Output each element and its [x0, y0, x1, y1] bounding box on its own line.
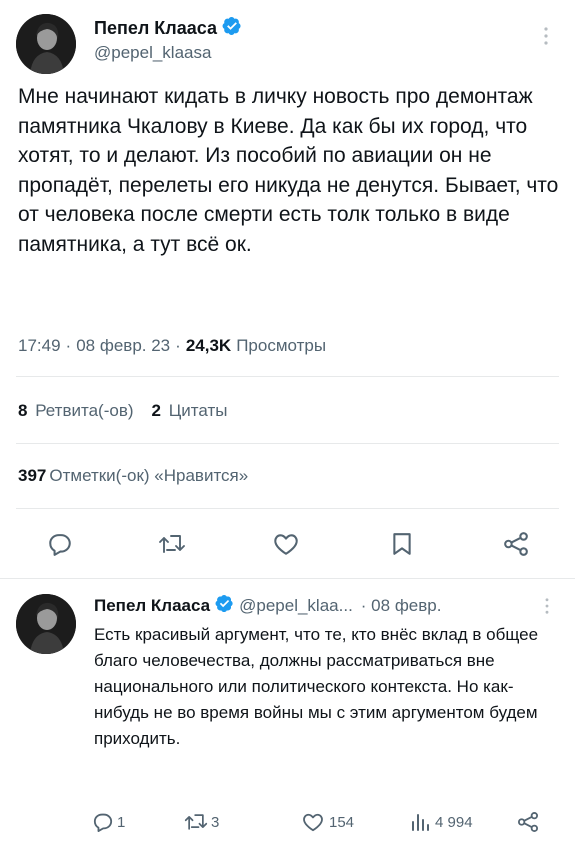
reply-count: 1 — [117, 813, 126, 831]
retweet-quote-stats: 8 Ретвита(-ов) 2 Цитаты — [18, 401, 228, 421]
quotes-stat[interactable]: 2 Цитаты — [152, 401, 228, 421]
author-avatar[interactable] — [16, 14, 76, 74]
more-vertical-icon[interactable] — [538, 596, 556, 616]
heart-icon — [302, 812, 324, 832]
bookmark-icon[interactable] — [386, 528, 418, 560]
tweet-time[interactable]: 17:49 — [18, 336, 61, 356]
quotes-count: 2 — [151, 401, 161, 420]
divider — [16, 376, 559, 377]
retweets-count: 8 — [18, 401, 28, 420]
tweet-date[interactable]: 08 февр. 23 — [76, 336, 170, 356]
views-icon — [410, 812, 430, 832]
reply-text: Есть красивый аргумент, что те, кто внёс… — [94, 625, 539, 748]
reply-action-retweet[interactable]: 3 — [184, 812, 219, 832]
avatar-portrait — [16, 594, 76, 654]
divider — [0, 578, 575, 579]
tweet-meta: 17:49 · 08 февр. 23 · 24,3K Просмотры — [18, 336, 326, 356]
retweets-stat[interactable]: 8 Ретвита(-ов) — [18, 401, 134, 421]
verified-badge-icon — [222, 16, 242, 41]
divider — [16, 508, 559, 509]
reply-action-reply[interactable]: 1 — [92, 812, 125, 832]
likes-count: 397 — [18, 466, 47, 485]
views-count: 4 994 — [435, 813, 473, 831]
heart-icon[interactable] — [270, 528, 302, 560]
author-name[interactable]: Пепел Клааса — [94, 18, 217, 39]
meta-separator: · — [65, 336, 72, 355]
meta-separator: · — [175, 336, 181, 355]
reply-date[interactable]: · 08 февр. — [361, 596, 442, 616]
quotes-label: Цитаты — [168, 401, 228, 420]
verified-badge-icon — [215, 594, 234, 618]
reply-action-like[interactable]: 154 — [302, 812, 354, 832]
share-icon[interactable] — [514, 810, 542, 834]
reply-action-views[interactable]: 4 994 — [410, 812, 473, 832]
likes-label: Отметки(-ок) «Нравится» — [49, 466, 249, 485]
views-label: Просмотры — [236, 336, 327, 355]
like-count: 154 — [329, 813, 355, 831]
retweet-count: 3 — [211, 813, 220, 831]
likes-stat[interactable]: 397 Отметки(-ок) «Нравится» — [18, 466, 248, 486]
reply-author-name[interactable]: Пепел Клааса — [94, 596, 210, 616]
views-count: 24,3K — [185, 336, 232, 355]
author-handle[interactable]: @pepel_klaasa — [94, 43, 211, 63]
retweets-label: Ретвита(-ов) — [35, 401, 134, 420]
tweet-text: Мне начинают кидать в личку новость про … — [18, 85, 559, 256]
reply-author-handle[interactable]: @pepel_klaa... — [239, 596, 353, 616]
reply-icon — [92, 812, 114, 832]
divider — [16, 443, 559, 444]
reply-header: Пепел Клааса @pepel_klaa... · 08 февр. — [94, 594, 441, 618]
retweet-icon[interactable] — [154, 528, 190, 560]
reply-icon[interactable] — [44, 528, 76, 560]
reply-author-avatar[interactable] — [16, 594, 76, 654]
share-icon[interactable] — [500, 528, 532, 560]
avatar-portrait — [16, 14, 76, 74]
more-vertical-icon[interactable] — [536, 26, 556, 46]
retweet-icon — [184, 812, 208, 832]
